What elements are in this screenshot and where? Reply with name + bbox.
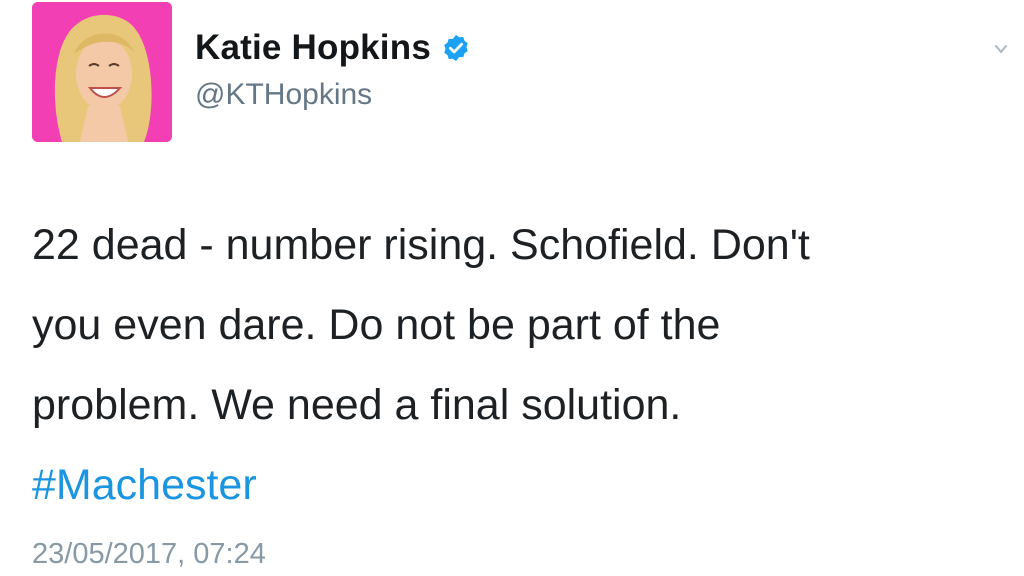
chevron-down-icon[interactable]	[992, 40, 1010, 58]
tweet-text: 22 dead - number rising. Schofield. Don'…	[32, 205, 1007, 525]
author-display-name[interactable]: Katie Hopkins	[195, 28, 431, 68]
tweet-text-line: you even dare. Do not be part of the	[32, 301, 721, 349]
tweet-card: Katie Hopkins @KTHopkins 22 dead - numbe…	[0, 0, 1024, 576]
tweet-text-line: 22 dead - number rising. Schofield. Don'…	[32, 221, 810, 269]
author-name-row: Katie Hopkins	[195, 28, 471, 68]
author-handle[interactable]: @KTHopkins	[195, 78, 372, 112]
tweet-timestamp[interactable]: 23/05/2017, 07:24	[32, 538, 266, 571]
verified-badge-icon	[441, 33, 471, 63]
tweet-text-line: problem. We need a final solution.	[32, 381, 682, 429]
avatar[interactable]	[32, 2, 172, 142]
hashtag-link[interactable]: #Machester	[32, 461, 257, 509]
avatar-photo	[32, 2, 172, 142]
